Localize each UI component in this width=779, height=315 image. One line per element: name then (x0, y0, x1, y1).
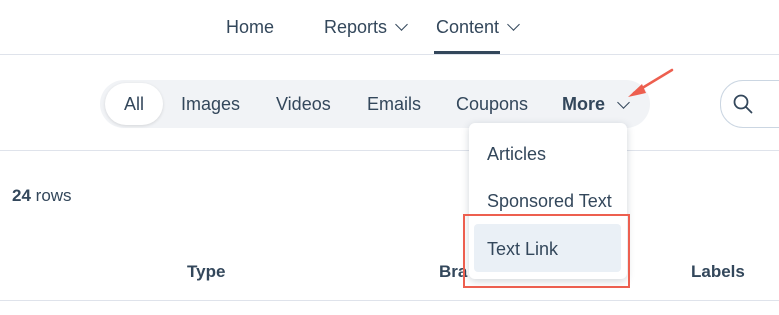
annotation-arrow (628, 68, 674, 97)
